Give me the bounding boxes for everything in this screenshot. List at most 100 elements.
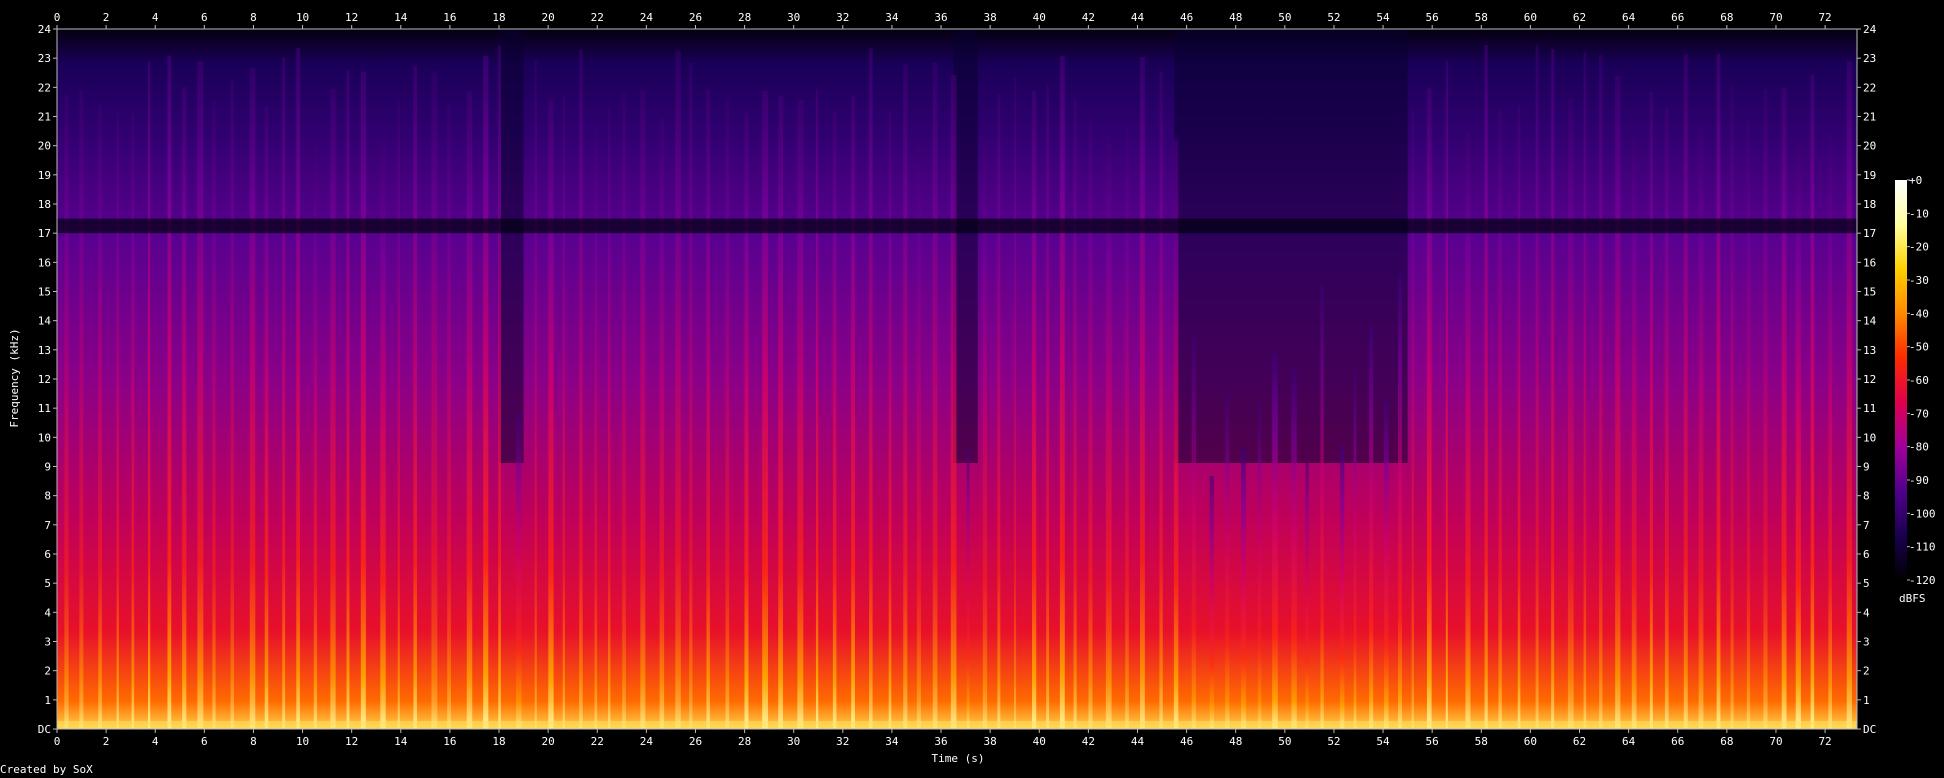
y-tick-label: 7 (44, 519, 51, 532)
quiet-section (953, 29, 978, 463)
transient-streak (1383, 397, 1389, 729)
transient-streak (778, 95, 784, 730)
y-tick-label: 16 (38, 256, 51, 269)
y-tick-label: 19 (1863, 169, 1876, 182)
transient-streak (182, 87, 187, 729)
y-tick-label: 10 (1863, 431, 1876, 444)
x-tick-label: 32 (836, 11, 849, 24)
y-tick-label: 9 (44, 461, 51, 474)
transient-streak (1398, 274, 1402, 729)
x-axis-label: Time (s) (932, 752, 985, 765)
x-tick-label: 38 (984, 735, 997, 748)
transient-streak (851, 95, 855, 729)
x-tick-label: 4 (152, 11, 159, 24)
transient-streak (197, 60, 204, 730)
transient-streak (79, 89, 84, 729)
y-tick-label: 9 (1863, 461, 1870, 474)
transient-streak (1369, 324, 1374, 729)
transient-streak (1426, 88, 1432, 730)
colorbar-tick-label: -50 (1909, 341, 1929, 354)
transient-streak (622, 93, 626, 730)
transient-streak (579, 49, 583, 730)
transient-streak (562, 94, 565, 730)
transient-streak (1046, 85, 1050, 730)
x-tick-label: 14 (394, 735, 408, 748)
transient-streak (397, 101, 400, 729)
colorbar-tick-label: +0 (1909, 174, 1922, 187)
transient-streak (1763, 89, 1768, 729)
x-tick-label: 66 (1671, 11, 1684, 24)
transient-streak (1073, 99, 1077, 729)
transient-streak (1257, 402, 1262, 729)
transient-streak (413, 65, 417, 730)
y-tick-label: 1 (1863, 694, 1870, 707)
x-tick-label: 62 (1573, 735, 1586, 748)
x-tick-label: 58 (1475, 735, 1488, 748)
x-tick-label: 70 (1769, 735, 1782, 748)
y-tick-label: 17 (1863, 227, 1876, 240)
x-tick-label: 36 (934, 11, 947, 24)
x-tick-label: 14 (394, 11, 408, 24)
transient-streak (640, 90, 646, 729)
transient-streak (1781, 88, 1787, 729)
transient-streak (534, 60, 537, 730)
x-tick-label: 20 (542, 11, 555, 24)
transient-streak (264, 106, 269, 730)
colorbar-tick-label: -110 (1909, 541, 1936, 554)
y-tick-label: 7 (1863, 519, 1870, 532)
transient-streak (725, 98, 730, 730)
transient-streak (1411, 108, 1414, 730)
transient-streak (1664, 107, 1669, 730)
y-tick-label: DC (1863, 723, 1876, 736)
x-tick-label: 22 (591, 11, 604, 24)
colorbar: +0 -10 -20 -30 -40 -50 -60 -70 -80 -90 -100 -110 -12… (1895, 174, 1936, 587)
x-tick-label: 6 (201, 735, 208, 748)
x-tick-label: 60 (1524, 735, 1537, 748)
transient-streak (1517, 105, 1521, 729)
y-tick-label: 21 (38, 111, 51, 124)
y-axis-left: DC12345678910111213141516171819202122232… (38, 23, 57, 736)
x-tick-label: 64 (1622, 11, 1636, 24)
notch-band (57, 218, 1857, 234)
x-axis-top: 0 2 4 6 8 10 12 14 16 18 20 22 24 26 28 30 32 34 36 38 40 42 4… (54, 11, 1832, 29)
x-tick-label: 66 (1671, 735, 1684, 748)
transient-streak (1716, 53, 1721, 730)
transient-streak (64, 94, 69, 729)
colorbar-label: dBFS (1899, 592, 1926, 605)
x-tick-label: 38 (984, 11, 997, 24)
y-tick-label: 17 (38, 227, 51, 240)
x-tick-label: 0 (54, 11, 61, 24)
colorbar-tick-label: -100 (1909, 507, 1936, 520)
x-tick-label: 12 (345, 11, 358, 24)
x-tick-label: 8 (250, 735, 257, 748)
transient-streak (1191, 332, 1197, 729)
transient-streak (932, 62, 938, 730)
transient-streak (1125, 127, 1129, 730)
colorbar-tick-label: -70 (1909, 407, 1929, 420)
transient-streak (1484, 45, 1488, 730)
transient-streak (689, 62, 693, 730)
y-tick-label: 8 (1863, 490, 1870, 503)
transient-streak (1032, 90, 1037, 729)
colorbar-tick-label: -90 (1909, 474, 1929, 487)
transient-streak (815, 89, 819, 730)
transient-streak (1599, 54, 1603, 730)
x-tick-label: 44 (1131, 735, 1145, 748)
x-tick-label: 12 (345, 735, 358, 748)
x-tick-label: 22 (591, 735, 604, 748)
transient-streak (1272, 353, 1278, 729)
transient-streak (131, 113, 135, 729)
transient-streak (1339, 445, 1345, 729)
y-tick-label: 10 (38, 431, 51, 444)
transient-streak (706, 89, 710, 730)
y-tick-label: 24 (1863, 23, 1877, 36)
transient-streak (1551, 48, 1555, 729)
y-tick-label: 4 (44, 606, 51, 619)
transient-streak (950, 75, 957, 730)
x-tick-label: 56 (1426, 735, 1439, 748)
y-tick-label: 13 (1863, 344, 1876, 357)
x-axis-bottom: 0 2 4 6 8 10 12 14 16 18 20 22 24 26 28 30 32 34 36 38 40 42 4… (54, 729, 1832, 748)
x-tick-label: 64 (1622, 735, 1636, 748)
y-tick-label: 13 (38, 344, 51, 357)
transient-streak (1241, 447, 1247, 729)
